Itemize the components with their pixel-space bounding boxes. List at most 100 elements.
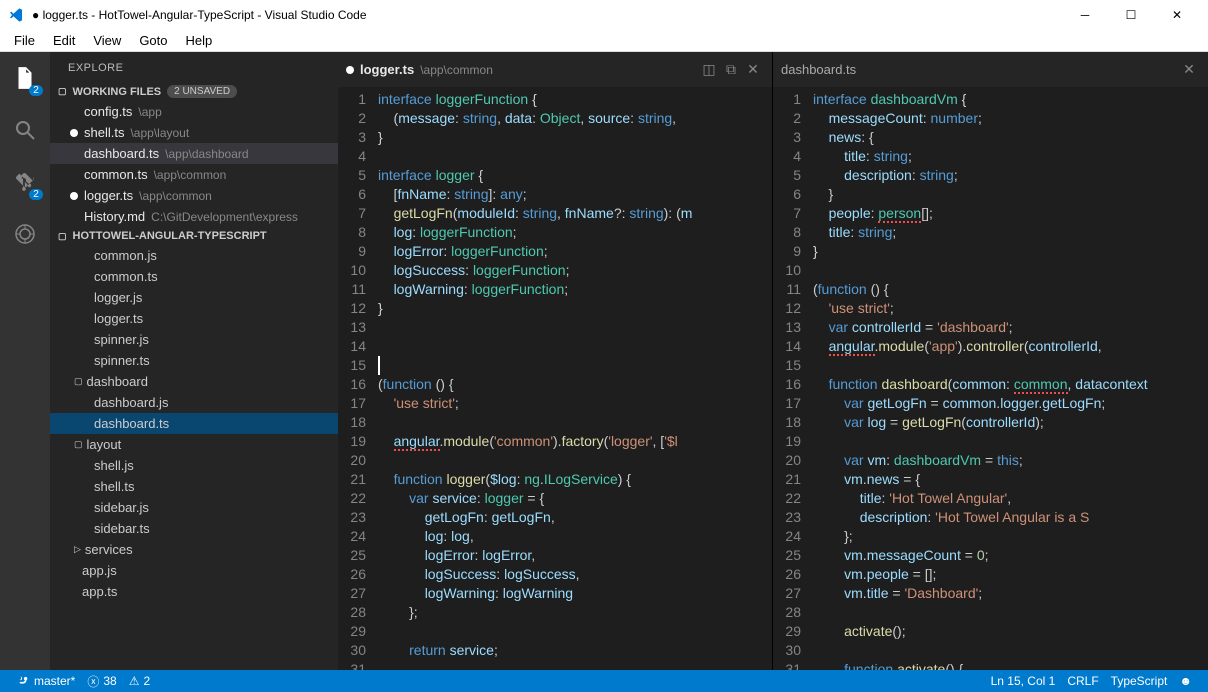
debug-icon[interactable] xyxy=(11,220,39,248)
code-line[interactable]: 29 activate(); xyxy=(773,622,1208,641)
code-line[interactable]: 2 messageCount: number; xyxy=(773,109,1208,128)
code-line[interactable]: 18 xyxy=(338,413,772,432)
working-file-item[interactable]: logger.ts \app\common xyxy=(50,185,338,206)
tree-folder[interactable]: ▢layout xyxy=(50,434,338,455)
code-line[interactable]: 22 title: 'Hot Towel Angular', xyxy=(773,489,1208,508)
menu-view[interactable]: View xyxy=(85,31,129,50)
code-line[interactable]: 26 logSuccess: logSuccess, xyxy=(338,565,772,584)
editor-actions-icon[interactable]: ⧉ xyxy=(720,61,742,78)
code-line[interactable]: 10 xyxy=(773,261,1208,280)
minimize-button[interactable]: ─ xyxy=(1062,0,1108,30)
code-line[interactable]: 4 title: string; xyxy=(773,147,1208,166)
status-lang[interactable]: TypeScript xyxy=(1105,674,1174,688)
code-line[interactable]: 26 vm.people = []; xyxy=(773,565,1208,584)
code-line[interactable]: 7 people: person[]; xyxy=(773,204,1208,223)
tab-name[interactable]: logger.ts xyxy=(360,62,414,77)
code-line[interactable]: 5interface logger { xyxy=(338,166,772,185)
code-line[interactable]: 23 getLogFn: getLogFn, xyxy=(338,508,772,527)
code-line[interactable]: 13 var controllerId = 'dashboard'; xyxy=(773,318,1208,337)
close-tab-icon[interactable]: ✕ xyxy=(742,61,764,78)
working-file-item[interactable]: dashboard.ts \app\dashboard xyxy=(50,143,338,164)
close-button[interactable]: ✕ xyxy=(1154,0,1200,30)
working-files-header[interactable]: ▢ WORKING FILES 2 UNSAVED xyxy=(50,82,338,101)
code-line[interactable]: 25 logError: logError, xyxy=(338,546,772,565)
code-line[interactable]: 28 }; xyxy=(338,603,772,622)
status-position[interactable]: Ln 15, Col 1 xyxy=(985,674,1062,688)
code-line[interactable]: 24 log: log, xyxy=(338,527,772,546)
code-line[interactable]: 9 logError: loggerFunction; xyxy=(338,242,772,261)
code-line[interactable]: 19 xyxy=(773,432,1208,451)
code-line[interactable]: 3 news: { xyxy=(773,128,1208,147)
code-editor-left[interactable]: 1interface loggerFunction {2 (message: s… xyxy=(338,87,772,670)
tree-file[interactable]: dashboard.js xyxy=(50,392,338,413)
code-line[interactable]: 16(function () { xyxy=(338,375,772,394)
code-line[interactable]: 15 xyxy=(773,356,1208,375)
code-line[interactable]: 27 vm.title = 'Dashboard'; xyxy=(773,584,1208,603)
code-line[interactable]: 31 function activate() { xyxy=(773,660,1208,670)
code-line[interactable]: 14 xyxy=(338,337,772,356)
maximize-button[interactable]: ☐ xyxy=(1108,0,1154,30)
code-line[interactable]: 20 xyxy=(338,451,772,470)
tree-file[interactable]: dashboard.ts xyxy=(50,413,338,434)
menu-goto[interactable]: Goto xyxy=(131,31,175,50)
tree-file[interactable]: shell.js xyxy=(50,455,338,476)
tree-file[interactable]: app.ts xyxy=(50,581,338,602)
code-line[interactable]: 14 angular.module('app').controller(cont… xyxy=(773,337,1208,356)
close-tab-icon[interactable]: ✕ xyxy=(1178,61,1200,78)
tree-folder[interactable]: ▢dashboard xyxy=(50,371,338,392)
code-line[interactable]: 6 [fnName: string]: any; xyxy=(338,185,772,204)
code-line[interactable]: 4 xyxy=(338,147,772,166)
code-line[interactable]: 1interface loggerFunction { xyxy=(338,90,772,109)
git-icon[interactable]: 2 xyxy=(11,168,39,196)
code-line[interactable]: 12 'use strict'; xyxy=(773,299,1208,318)
code-line[interactable]: 2 (message: string, data: Object, source… xyxy=(338,109,772,128)
code-line[interactable]: 18 var log = getLogFn(controllerId); xyxy=(773,413,1208,432)
tree-file[interactable]: spinner.js xyxy=(50,329,338,350)
status-warnings[interactable]: ⚠ 2 xyxy=(123,674,156,688)
tree-file[interactable]: app.js xyxy=(50,560,338,581)
working-file-item[interactable]: shell.ts \app\layout xyxy=(50,122,338,143)
search-icon[interactable] xyxy=(11,116,39,144)
code-line[interactable]: 6 } xyxy=(773,185,1208,204)
tree-file[interactable]: logger.ts xyxy=(50,308,338,329)
code-line[interactable]: 12} xyxy=(338,299,772,318)
tree-file[interactable]: common.ts xyxy=(50,266,338,287)
split-editor-icon[interactable]: ◫ xyxy=(698,61,720,78)
code-line[interactable]: 27 logWarning: logWarning xyxy=(338,584,772,603)
code-line[interactable]: 13 xyxy=(338,318,772,337)
status-eol[interactable]: CRLF xyxy=(1061,674,1104,688)
code-line[interactable]: 11 logWarning: loggerFunction; xyxy=(338,280,772,299)
working-file-item[interactable]: common.ts \app\common xyxy=(50,164,338,185)
tree-file[interactable]: shell.ts xyxy=(50,476,338,497)
status-feedback-icon[interactable]: ☻ xyxy=(1173,674,1198,688)
tree-folder[interactable]: ▷services xyxy=(50,539,338,560)
tree-file[interactable]: common.js xyxy=(50,245,338,266)
code-line[interactable]: 17 'use strict'; xyxy=(338,394,772,413)
code-line[interactable]: 21 function logger($log: ng.ILogService)… xyxy=(338,470,772,489)
code-editor-right[interactable]: 1interface dashboardVm {2 messageCount: … xyxy=(773,87,1208,670)
menu-help[interactable]: Help xyxy=(178,31,221,50)
code-line[interactable]: 11(function () { xyxy=(773,280,1208,299)
code-line[interactable]: 8 title: string; xyxy=(773,223,1208,242)
code-line[interactable]: 15 xyxy=(338,356,772,375)
code-line[interactable]: 20 var vm: dashboardVm = this; xyxy=(773,451,1208,470)
code-line[interactable]: 10 logSuccess: loggerFunction; xyxy=(338,261,772,280)
code-line[interactable]: 3} xyxy=(338,128,772,147)
code-line[interactable]: 22 var service: logger = { xyxy=(338,489,772,508)
code-line[interactable]: 24 }; xyxy=(773,527,1208,546)
code-line[interactable]: 17 var getLogFn = common.logger.getLogFn… xyxy=(773,394,1208,413)
code-line[interactable]: 8 log: loggerFunction; xyxy=(338,223,772,242)
working-file-item[interactable]: config.ts \app xyxy=(50,101,338,122)
explorer-icon[interactable]: 2 xyxy=(11,64,39,92)
working-file-item[interactable]: History.md C:\GitDevelopment\express xyxy=(50,206,338,227)
tree-file[interactable]: sidebar.js xyxy=(50,497,338,518)
code-line[interactable]: 16 function dashboard(common: common, da… xyxy=(773,375,1208,394)
project-header[interactable]: ▢ HOTTOWEL-ANGULAR-TYPESCRIPT xyxy=(50,227,338,245)
status-errors[interactable]: ⓧ 38 xyxy=(81,673,122,690)
code-line[interactable]: 29 xyxy=(338,622,772,641)
tree-file[interactable]: sidebar.ts xyxy=(50,518,338,539)
menu-file[interactable]: File xyxy=(6,31,43,50)
code-line[interactable]: 21 vm.news = { xyxy=(773,470,1208,489)
tree-file[interactable]: logger.js xyxy=(50,287,338,308)
code-line[interactable]: 1interface dashboardVm { xyxy=(773,90,1208,109)
